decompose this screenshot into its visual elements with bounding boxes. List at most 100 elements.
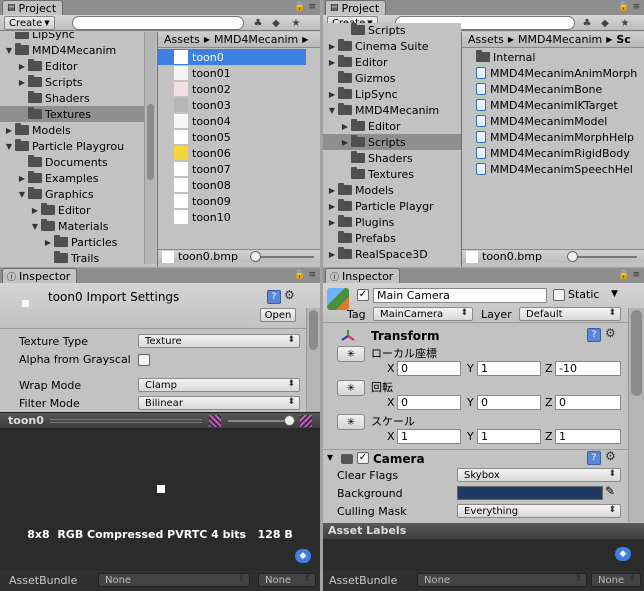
file-item[interactable]: toon05 [158, 129, 306, 145]
tag-dropdown[interactable]: MainCamera [373, 307, 473, 321]
menu-icon[interactable]: ≡ [308, 2, 316, 12]
tree-item[interactable]: Trails [0, 250, 156, 264]
tree-item[interactable]: ▼ MMD4Mecanim [0, 42, 156, 58]
inspector-scrollbar[interactable] [306, 308, 320, 413]
background-color-swatch[interactable] [457, 486, 603, 500]
tree-item[interactable]: ▶ Scripts [0, 74, 156, 90]
tab-project[interactable]: ▤ Project [2, 0, 64, 15]
scale-x-field[interactable]: 1 [397, 429, 461, 444]
menu-icon[interactable]: ≡ [632, 270, 640, 280]
menu-icon[interactable]: ≡ [308, 270, 316, 280]
file-item[interactable]: toon07 [158, 161, 306, 177]
foldout-arrow-icon[interactable]: ▶ [43, 238, 53, 247]
tree-scrollbar[interactable] [144, 32, 156, 264]
foldout-arrow-icon[interactable]: ▶ [17, 62, 27, 71]
tree-item[interactable]: Textures [0, 106, 156, 122]
tree-item[interactable]: ▶ Scripts [323, 134, 461, 150]
file-item[interactable]: toon10 [158, 209, 306, 225]
file-item[interactable]: toon09 [158, 193, 306, 209]
scale-reset-button[interactable]: ✳ [337, 414, 365, 430]
tree-item[interactable]: ▶ Editor [0, 202, 156, 218]
camera-header[interactable]: Camera [373, 452, 425, 466]
file-item[interactable]: toon0 [158, 49, 306, 65]
file-item[interactable]: MMD4MecanimAnimMorph [462, 65, 644, 81]
favorites-icon[interactable]: ★ [288, 16, 304, 30]
tree-item[interactable]: ▶ Editor [323, 54, 461, 70]
rotation-reset-button[interactable]: ✳ [337, 380, 365, 396]
layer-dropdown[interactable]: Default [519, 307, 621, 321]
file-item[interactable]: toon06 [158, 145, 306, 161]
file-item[interactable]: toon04 [158, 113, 306, 129]
tree-item[interactable]: ▶ Models [323, 182, 461, 198]
search-by-label-icon[interactable]: ◆ [597, 16, 613, 30]
search-by-label-icon[interactable]: ◆ [268, 16, 284, 30]
foldout-arrow-icon[interactable]: ▼ [30, 222, 40, 231]
static-dropdown-icon[interactable]: ▼ [611, 289, 618, 299]
file-item[interactable]: toon01 [158, 65, 306, 81]
inspector-scrollbar[interactable] [628, 308, 644, 522]
culling-mask-dropdown[interactable]: Everything [457, 504, 621, 518]
file-item[interactable]: Internal [462, 49, 644, 65]
menu-icon[interactable]: ≡ [632, 2, 640, 12]
foldout-arrow-icon[interactable]: ▶ [340, 122, 350, 131]
active-checkbox[interactable]: ✓ [357, 289, 369, 301]
texture-type-dropdown[interactable]: Texture [138, 334, 300, 348]
alpha-from-grayscale-checkbox[interactable] [138, 354, 150, 366]
tree-item[interactable]: ▶ Particles [0, 234, 156, 250]
help-icon[interactable]: ? [587, 328, 601, 342]
position-z-field[interactable]: -10 [555, 361, 621, 376]
file-item[interactable]: MMD4MecanimSpeechHel [462, 161, 644, 177]
scale-z-field[interactable]: 1 [555, 429, 621, 444]
foldout-arrow-icon[interactable]: ▶ [17, 174, 27, 183]
foldout-arrow-icon[interactable]: ▼ [4, 46, 14, 55]
tab-project[interactable]: ▤ Project [325, 0, 387, 15]
tree-item[interactable]: ▶ Plugins [323, 214, 461, 230]
foldout-arrow-icon[interactable]: ▶ [17, 78, 27, 87]
tree-item[interactable]: ▶ Editor [323, 118, 461, 134]
foldout-arrow-icon[interactable]: ▶ [327, 218, 337, 227]
position-x-field[interactable]: 0 [397, 361, 461, 376]
file-item[interactable]: MMD4MecanimModel [462, 113, 644, 129]
icon-size-slider[interactable] [575, 256, 637, 258]
tree-item[interactable]: Shaders [0, 90, 156, 106]
tree-item[interactable]: ▼ Particle Playgrou [0, 138, 156, 154]
tree-item[interactable]: ▶ Particle Playgr [323, 198, 461, 214]
gear-icon[interactable]: ⚙ [284, 288, 295, 302]
foldout-arrow-icon[interactable]: ▶ [4, 126, 14, 135]
file-item[interactable]: MMD4MecanimMorphHelp [462, 129, 644, 145]
foldout-arrow-icon[interactable]: ▼ [17, 190, 27, 199]
gear-icon[interactable]: ⚙ [605, 326, 616, 340]
tree-item[interactable]: ▼ Graphics [0, 186, 156, 202]
help-icon[interactable]: ? [267, 290, 281, 304]
tree-item[interactable]: ▶ Examples [0, 170, 156, 186]
foldout-arrow-icon[interactable]: ▶ [340, 138, 350, 147]
foldout-arrow-icon[interactable]: ▶ [327, 58, 337, 67]
tree-item[interactable]: ▼ MMD4Mecanim [323, 102, 461, 118]
lock-icon[interactable]: 🔒 [294, 2, 305, 12]
file-item[interactable]: MMD4MecanimBone [462, 81, 644, 97]
tree-item[interactable]: Textures [323, 166, 461, 182]
search-by-type-icon[interactable]: ♣ [250, 16, 266, 30]
file-item[interactable]: toon08 [158, 177, 306, 193]
assetbundle-variant-dropdown[interactable]: None [258, 573, 316, 587]
foldout-arrow-icon[interactable]: ▼ [327, 453, 333, 462]
foldout-arrow-icon[interactable]: ▶ [327, 90, 337, 99]
gear-icon[interactable]: ⚙ [605, 449, 616, 463]
rotation-y-field[interactable]: 0 [477, 395, 541, 410]
file-item[interactable]: toon02 [158, 81, 306, 97]
lock-icon[interactable]: 🔒 [294, 270, 305, 280]
tree-item[interactable]: Documents [0, 154, 156, 170]
tab-inspector[interactable]: ⓘ Inspector [325, 268, 401, 283]
foldout-arrow-icon[interactable]: ▶ [327, 42, 337, 51]
static-checkbox[interactable] [553, 289, 565, 301]
camera-enabled-checkbox[interactable]: ✓ [357, 452, 369, 464]
clear-flags-dropdown[interactable]: Skybox [457, 468, 621, 482]
tree-item[interactable]: ▶ LipSync [323, 86, 461, 102]
foldout-arrow-icon[interactable]: ▶ [327, 186, 337, 195]
open-button[interactable]: Open [260, 308, 296, 322]
alpha-toggle-icon[interactable] [300, 415, 312, 427]
tree-item[interactable]: ▼ Materials [0, 218, 156, 234]
tree-item[interactable]: ▶ Editor [0, 58, 156, 74]
eyedropper-icon[interactable]: ✎ [605, 484, 615, 498]
tree-item[interactable]: ▶ Models [0, 122, 156, 138]
